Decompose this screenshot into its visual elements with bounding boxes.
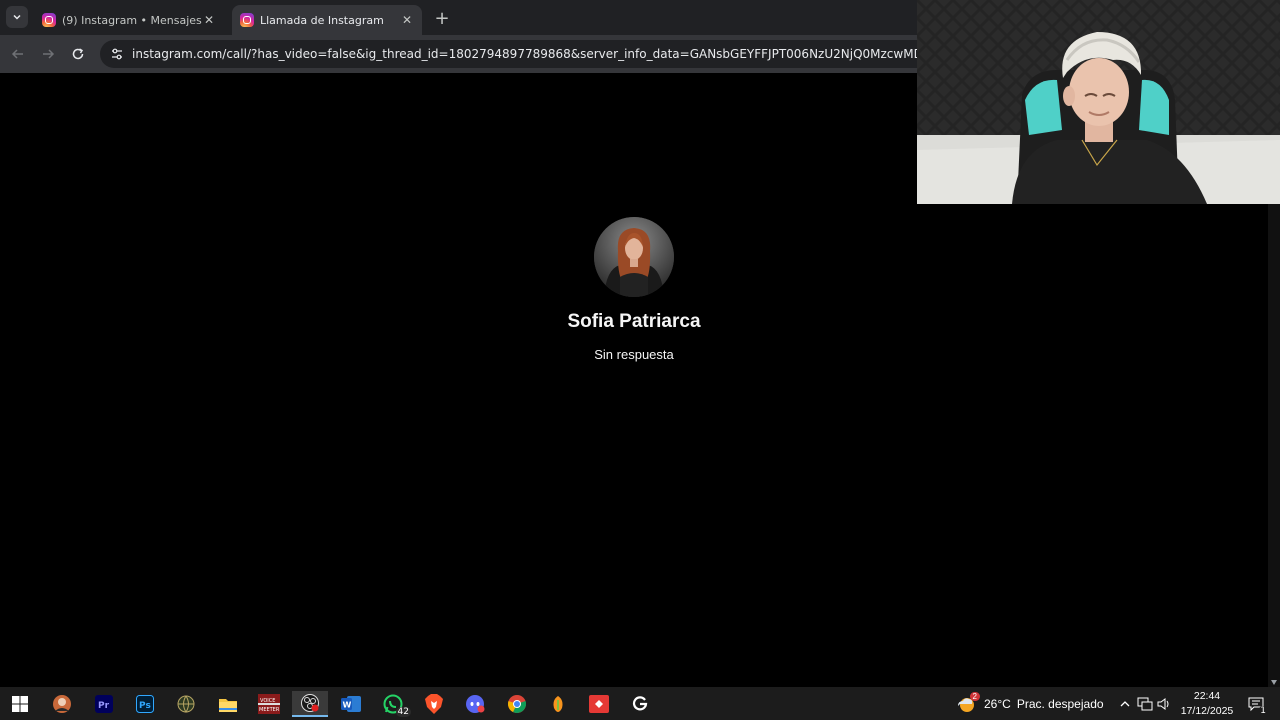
- clock-time: 22:44: [1193, 690, 1221, 702]
- chevron-down-icon: [13, 14, 21, 20]
- tray-overflow-button[interactable]: [1117, 696, 1133, 712]
- app-avatar-icon: [53, 695, 71, 713]
- notification-badge: 1: [1258, 706, 1268, 716]
- photoshop-icon: Ps: [136, 695, 154, 713]
- tray-volume[interactable]: [1156, 696, 1172, 712]
- tab-instagram-call[interactable]: Llamada de Instagram ✕: [232, 5, 422, 35]
- taskbar-premiere[interactable]: Pr: [86, 691, 122, 717]
- svg-text:Pr: Pr: [98, 701, 110, 711]
- weather-widget[interactable]: 2 26°C Prac. despejado: [956, 692, 1104, 716]
- chevron-up-icon: [1120, 701, 1130, 707]
- reload-icon: [72, 48, 84, 60]
- fl-studio-icon: [553, 696, 563, 712]
- whatsapp-badge: 42: [395, 707, 411, 717]
- instagram-icon: [42, 13, 56, 27]
- voicemeeter-icon: VOICE MEETER: [258, 694, 280, 714]
- file-explorer-icon: [219, 699, 237, 712]
- taskbar-app-avatar[interactable]: [44, 691, 80, 717]
- notification-center-button[interactable]: 1: [1246, 696, 1268, 716]
- svg-text:Ps: Ps: [139, 701, 151, 711]
- premiere-icon: Pr: [95, 695, 113, 713]
- arrow-left-icon: [11, 49, 23, 59]
- network-icon: [1137, 697, 1153, 711]
- caller-name: Sofia Patriarca: [567, 311, 701, 332]
- weather-condition: Prac. despejado: [1016, 697, 1104, 711]
- url-text: instagram.com/call/?has_video=false&ig_t…: [132, 47, 1052, 61]
- chrome-icon: [508, 695, 526, 713]
- call-card: Sofia Patriarca Sin respuesta: [534, 217, 734, 362]
- plus-icon: +: [434, 8, 450, 29]
- obs-icon: [301, 694, 319, 712]
- start-button[interactable]: [2, 691, 38, 717]
- tray-network[interactable]: [1137, 696, 1153, 712]
- taskbar-file-explorer[interactable]: [210, 691, 246, 717]
- scroll-down-icon[interactable]: [1271, 680, 1277, 685]
- svg-text:W: W: [343, 701, 352, 710]
- tab-search-button[interactable]: [6, 6, 28, 28]
- close-icon[interactable]: ✕: [202, 13, 216, 27]
- brave-icon: [425, 694, 443, 714]
- close-icon[interactable]: ✕: [400, 13, 414, 27]
- tab-instagram-messages[interactable]: (9) Instagram • Mensajes ✕: [34, 5, 224, 35]
- taskbar-globe-app[interactable]: [168, 691, 204, 717]
- webcam-overlay: [917, 0, 1280, 204]
- word-icon: W: [341, 696, 361, 712]
- app-red-icon: [589, 695, 609, 713]
- taskbar-obs[interactable]: [292, 691, 328, 717]
- taskbar-brave[interactable]: [416, 691, 452, 717]
- volume-icon: [1157, 698, 1169, 710]
- arrow-right-icon: [43, 49, 55, 59]
- taskbar-logitech[interactable]: [622, 691, 658, 717]
- caller-avatar-image: [594, 217, 674, 297]
- taskbar-whatsapp[interactable]: 42: [375, 691, 411, 717]
- globe-app-icon: [177, 695, 195, 713]
- forward-button[interactable]: [38, 44, 58, 64]
- svg-text:MEETER: MEETER: [259, 707, 280, 713]
- discord-icon: [466, 695, 485, 713]
- windows-start-icon: [12, 696, 28, 712]
- tab-title: Llamada de Instagram: [260, 13, 384, 27]
- taskbar-chrome[interactable]: [499, 691, 535, 717]
- site-info-icon[interactable]: [110, 47, 124, 61]
- taskbar-word[interactable]: W: [333, 691, 369, 717]
- logitech-g-icon: [632, 696, 648, 711]
- caller-avatar: [594, 217, 674, 297]
- new-tab-button[interactable]: +: [432, 8, 452, 29]
- weather-icon: 2: [956, 692, 980, 714]
- call-status: Sin respuesta: [594, 347, 674, 362]
- webcam-feed: [917, 0, 1280, 204]
- back-button[interactable]: [8, 44, 28, 64]
- taskbar-red-app[interactable]: [581, 691, 617, 717]
- svg-text:VOICE: VOICE: [260, 698, 275, 704]
- taskbar-clock[interactable]: 22:44 17/12/2025: [1172, 689, 1242, 719]
- taskbar-voicemeeter[interactable]: VOICE MEETER: [251, 691, 287, 717]
- instagram-icon: [240, 13, 254, 27]
- weather-badge: 2: [969, 692, 980, 701]
- tab-title: (9) Instagram • Mensajes: [62, 13, 202, 27]
- weather-temperature: 26°C: [984, 697, 1011, 711]
- reload-button[interactable]: [68, 44, 88, 64]
- taskbar-fl-studio[interactable]: [540, 691, 576, 717]
- taskbar-photoshop[interactable]: Ps: [127, 691, 163, 717]
- taskbar-discord[interactable]: [457, 691, 493, 717]
- clock-date: 17/12/2025: [1180, 705, 1234, 717]
